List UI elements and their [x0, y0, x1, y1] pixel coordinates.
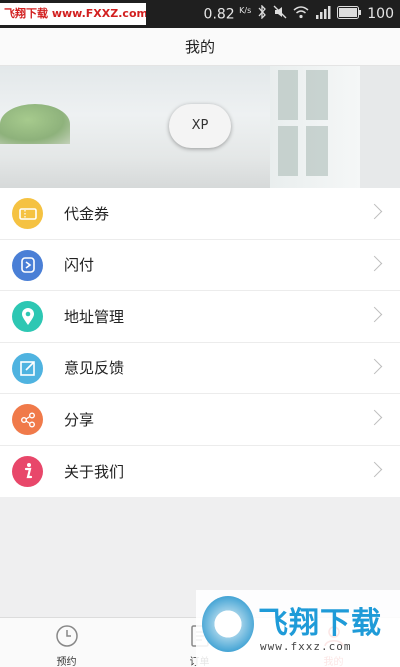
menu-item-flash-pay[interactable]: 闪付	[0, 240, 400, 291]
tab-booking[interactable]: 预约	[0, 618, 133, 667]
page-title: 我的	[0, 28, 400, 66]
watermark-title: 飞翔下载	[258, 606, 382, 641]
chevron-right-icon	[366, 409, 383, 426]
flash-pay-icon	[12, 249, 43, 281]
menu-item-address[interactable]: 地址管理	[0, 291, 400, 343]
watermark-overlay: 飞翔下载 www.fxxz.com	[196, 590, 400, 667]
chevron-right-icon	[366, 203, 383, 220]
watermark-url: www.fxxz.com	[260, 640, 352, 653]
bluetooth-icon	[257, 4, 267, 23]
menu-label: 代金券	[64, 204, 110, 223]
battery-level: 100	[367, 6, 394, 22]
menu-label: 地址管理	[64, 307, 125, 326]
clock-icon	[55, 624, 79, 648]
voucher-icon	[12, 198, 43, 229]
menu-label: 意见反馈	[64, 359, 125, 378]
share-icon	[12, 404, 43, 435]
chevron-right-icon	[366, 358, 383, 374]
chevron-right-icon	[366, 306, 383, 323]
status-bar: 飞翔下载 www.FXXZ.com 0.82 K/s 100	[0, 0, 400, 28]
signal-icon	[315, 5, 331, 23]
mute-icon	[273, 5, 287, 23]
menu-item-feedback[interactable]: 意见反馈	[0, 343, 400, 394]
wifi-icon	[293, 5, 309, 23]
chevron-right-icon	[366, 255, 383, 271]
menu-label: 闪付	[64, 256, 95, 275]
menu-item-voucher[interactable]: 代金券	[0, 188, 400, 240]
location-pin-icon	[12, 301, 43, 332]
menu-label: 分享	[64, 410, 95, 429]
menu-label: 关于我们	[64, 462, 125, 481]
watermark-logo-icon	[202, 596, 254, 652]
watermark-top: 飞翔下载 www.FXXZ.com	[0, 3, 146, 25]
avatar[interactable]: XP	[169, 104, 231, 148]
chevron-right-icon	[366, 461, 383, 477]
menu-item-about[interactable]: 关于我们	[0, 446, 400, 498]
info-icon	[12, 455, 43, 487]
menu-list: 代金券 闪付 地址管理 意见反馈 分享 关于我们	[0, 188, 400, 497]
battery-icon	[337, 5, 362, 23]
menu-item-share[interactable]: 分享	[0, 394, 400, 446]
edit-feedback-icon	[12, 352, 43, 384]
network-speed: 0.82 K/s	[203, 5, 252, 23]
status-indicators: 0.82 K/s 100	[204, 0, 394, 28]
tab-label: 预约	[56, 657, 77, 667]
